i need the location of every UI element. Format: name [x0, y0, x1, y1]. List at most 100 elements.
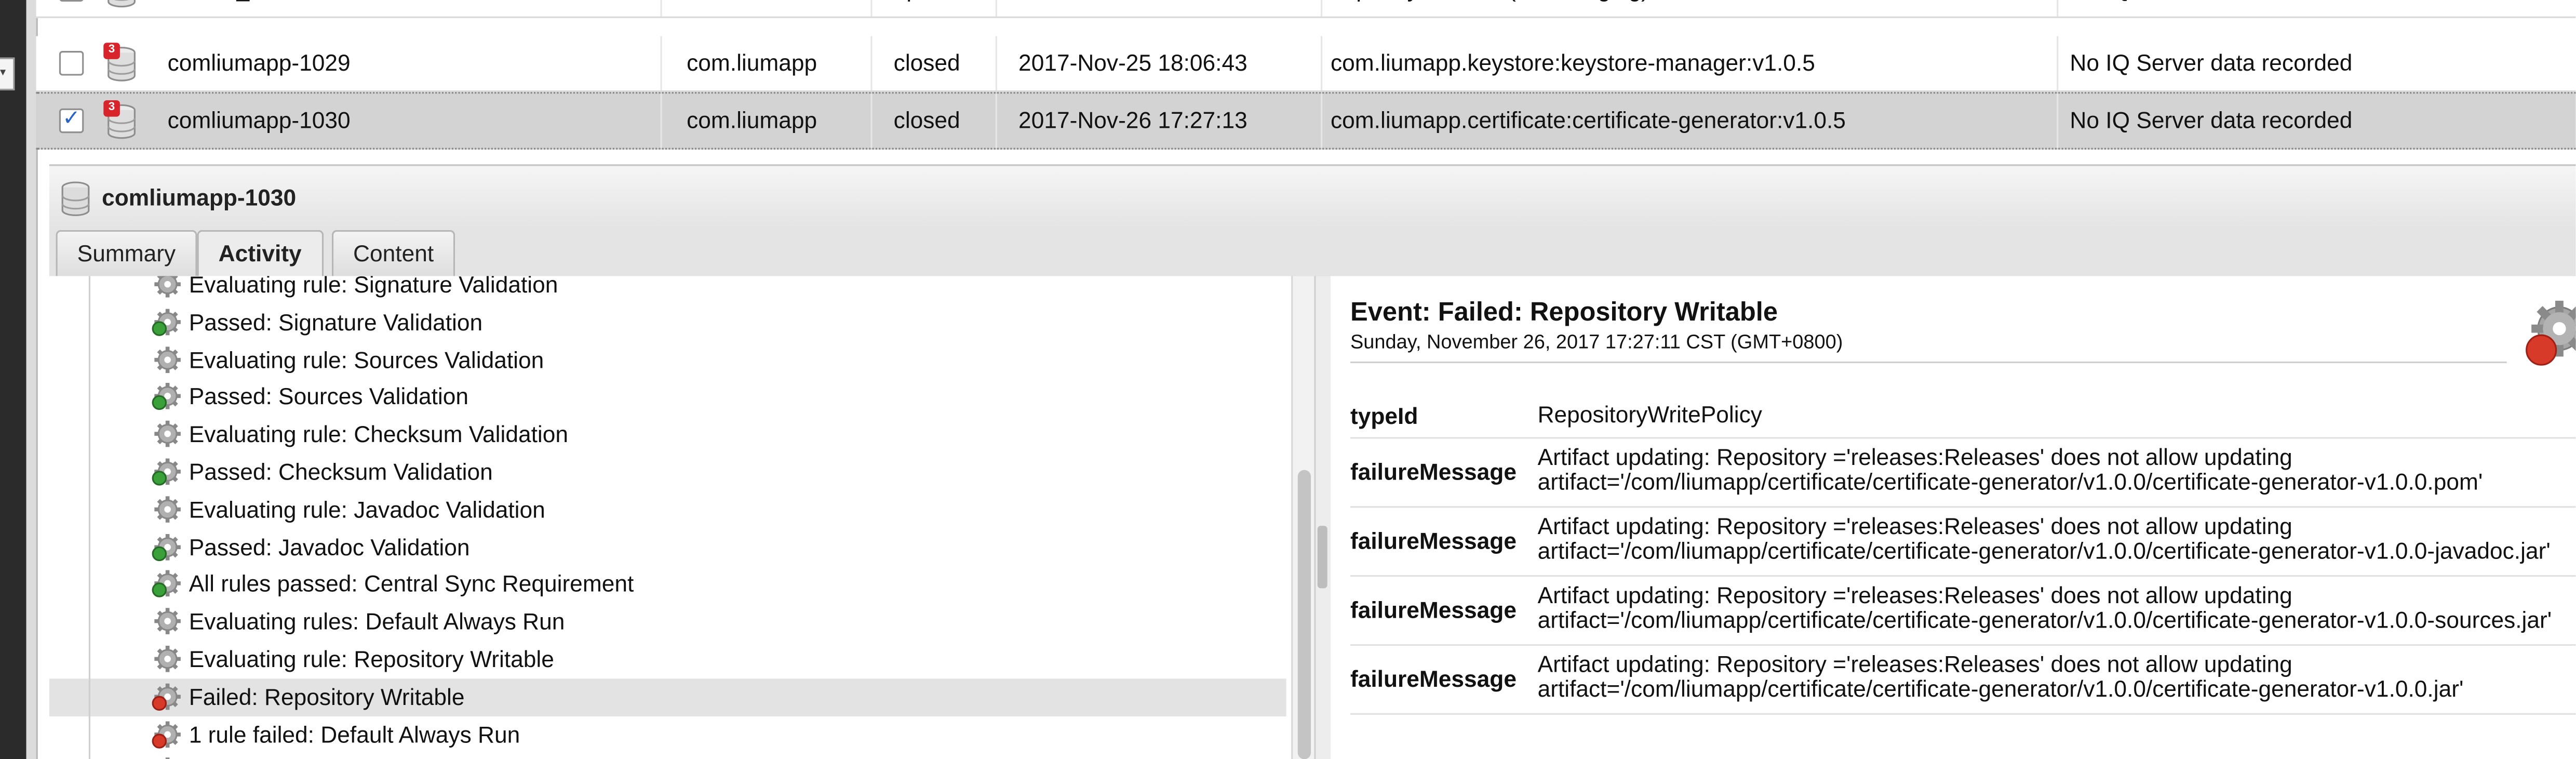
cell-profile: com.liumapp	[687, 49, 817, 76]
repository-icon: 3	[103, 100, 138, 140]
gear-icon	[154, 346, 181, 372]
repository-detail-header: comliumapp-1030	[49, 164, 2576, 229]
cell-description: com.liumapp.certificate:certificate-gene…	[1331, 106, 1846, 134]
event-divider	[1350, 361, 2507, 364]
activity-label: Evaluating rule: Signature Validation	[189, 276, 558, 298]
activity-label: 1 rule failed: Default Always Run	[189, 721, 520, 747]
activity-item[interactable]: Evaluating rules: Default Always Run	[49, 603, 1286, 641]
gear-icon	[154, 496, 181, 523]
activity-item[interactable]: All rules passed: Central Sync Requireme…	[49, 566, 1286, 604]
column-separator	[660, 0, 662, 17]
cell-updated: 2017-Nov-26 02:42:30	[1018, 0, 1247, 17]
left-edge-panel	[0, 0, 26, 759]
row-checkbox[interactable]	[59, 51, 84, 76]
column-separator	[995, 36, 997, 90]
gear-icon	[154, 646, 181, 672]
repository-row[interactable]: ✓ 3 comliumapp-1030 com.liumapp closed 2017-N…	[36, 92, 2576, 150]
column-separator	[995, 94, 997, 148]
activity-item[interactable]: Evaluating rule: Signature Validation	[49, 276, 1286, 304]
cell-iq: No IQ Server data recorded	[2070, 106, 2353, 134]
cell-description: com.liumapp.keystore:keystore-manager:v1…	[1331, 49, 1815, 76]
cell-iq: No IQ Server data recorded	[2070, 0, 2352, 17]
activity-label: Passed: Sources Validation	[189, 383, 469, 410]
activity-list: Evaluating rule: Signature Validation Pas…	[49, 276, 1295, 759]
nexus-staging-window: ▾ central_bundles-11944 Central Bundles op…	[0, 0, 2576, 759]
activity-label: Evaluating rule: Repository Writable	[189, 646, 554, 672]
tab-summary[interactable]: Summary	[56, 230, 197, 276]
row-checkbox[interactable]	[59, 0, 84, 2]
column-separator	[1321, 0, 1323, 17]
panel-title: comliumapp-1030	[102, 184, 297, 210]
activity-label: Passed: Checksum Validation	[189, 458, 493, 485]
property-key: typeId	[1350, 402, 1418, 429]
cell-profile: Central Bundles	[687, 0, 850, 17]
property-value: artifact='/com/liumapp/certificate/certi…	[1537, 537, 2551, 564]
gear-failed-icon	[165, 758, 170, 759]
activity-item[interactable]: Evaluating rule: Repository Writable	[49, 641, 1286, 679]
row-checkbox[interactable]: ✓	[59, 105, 84, 134]
column-separator	[995, 0, 997, 17]
activity-label: Failed: Repository Writable	[189, 683, 465, 710]
tree-connector-line	[88, 276, 90, 759]
repository-icon	[105, 0, 138, 8]
splitter-grip[interactable]	[1317, 526, 1327, 589]
event-property-row: failureMessage Artifact updating: Reposit…	[1350, 575, 2576, 646]
activity-item[interactable]: 1 rule failed: Default Always Run	[49, 716, 1286, 754]
cell-status: closed	[893, 49, 960, 76]
gear-passed-icon	[152, 383, 181, 411]
property-value: Artifact updating: Repository ='releases…	[1537, 581, 2292, 608]
activity-item[interactable]: Failed: Repository Writable	[49, 678, 1286, 716]
cell-name: central_bundles-11944	[168, 0, 400, 17]
activity-item[interactable]: Evaluating rule: Checksum Validation	[49, 416, 1286, 454]
activity-item[interactable]: Passed: Sources Validation	[49, 379, 1286, 417]
activity-scrollbar[interactable]	[1291, 276, 1316, 759]
cell-status: closed	[893, 106, 960, 134]
column-separator	[870, 36, 873, 90]
activity-item[interactable]	[49, 753, 1286, 759]
activity-label: Evaluating rules: Default Always Run	[189, 608, 565, 635]
activity-label: Passed: Javadoc Validation	[189, 533, 470, 560]
gear-passed-icon	[152, 533, 181, 561]
tab-activity[interactable]: Activity	[197, 230, 323, 278]
column-separator	[1321, 94, 1323, 148]
issue-count-badge: 3	[103, 100, 120, 117]
property-key: failureMessage	[1350, 665, 1517, 692]
property-value: Artifact updating: Repository ='releases…	[1537, 444, 2292, 470]
edit-repository-icon	[108, 0, 136, 8]
activity-item[interactable]: Evaluating rule: Sources Validation	[49, 341, 1286, 379]
cell-status: open	[894, 0, 945, 17]
collapse-toggle[interactable]: ▾	[0, 57, 15, 90]
cell-name: comliumapp-1029	[167, 49, 351, 76]
property-key: failureMessage	[1350, 458, 1517, 485]
gear-icon	[154, 276, 181, 298]
activity-item[interactable]: Passed: Signature Validation	[49, 304, 1286, 342]
event-title: Event: Failed: Repository Writable	[1350, 299, 1778, 327]
repository-row[interactable]: 3 comliumapp-1029 com.liumapp closed 2017-No…	[36, 36, 2576, 92]
issue-count-badge: 3	[103, 43, 120, 59]
event-property-row: typeId RepositoryWritePolicy	[1350, 391, 2576, 439]
cell-updated: 2017-Nov-25 18:06:43	[1018, 49, 1247, 76]
activity-label: Evaluating rule: Sources Validation	[189, 346, 544, 372]
activity-item[interactable]: Passed: Javadoc Validation	[49, 528, 1286, 566]
cell-profile: com.liumapp	[687, 106, 817, 134]
gears-passed-icon	[152, 570, 181, 598]
property-value: Artifact updating: Repository ='releases…	[1537, 650, 2292, 677]
property-key: failureMessage	[1350, 527, 1517, 554]
activity-item[interactable]: Evaluating rule: Javadoc Validation	[49, 491, 1286, 529]
gear-failed-icon	[152, 683, 181, 711]
column-separator	[2057, 94, 2059, 148]
activity-label: Evaluating rule: Checksum Validation	[189, 421, 569, 447]
gear-passed-icon	[152, 309, 181, 336]
cell-iq: No IQ Server data recorded	[2070, 49, 2353, 76]
gears-icon	[154, 608, 181, 635]
activity-item[interactable]: Passed: Checksum Validation	[49, 454, 1286, 491]
column-separator	[1321, 36, 1323, 90]
repository-row[interactable]: central_bundles-11944 Central Bundles open…	[36, 0, 2576, 18]
column-separator	[2057, 36, 2059, 90]
tab-content[interactable]: Content	[331, 230, 455, 276]
gear-icon	[154, 421, 181, 447]
scrollbar-thumb[interactable]	[1297, 470, 1311, 759]
column-separator	[2057, 0, 2059, 17]
repository-icon: 3	[103, 43, 138, 83]
property-value: Artifact updating: Repository ='releases…	[1537, 512, 2292, 539]
